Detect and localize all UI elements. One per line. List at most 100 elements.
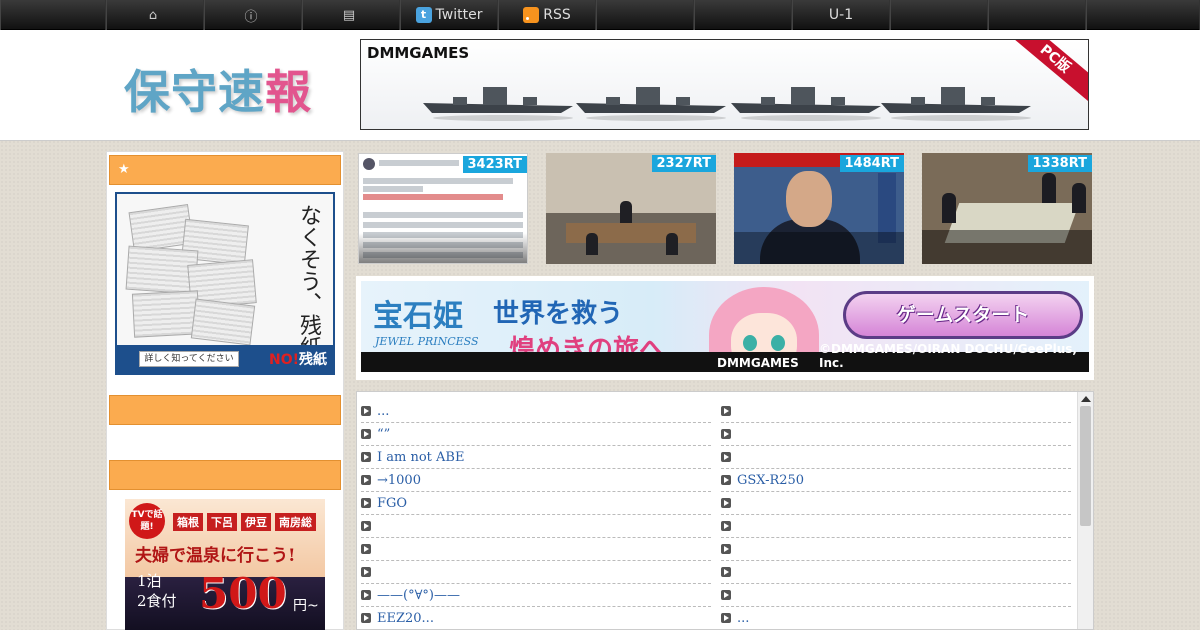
banner-brand: DMMGAMES bbox=[367, 44, 470, 62]
arrow-bullet-icon bbox=[361, 429, 371, 439]
zanshi-details-button[interactable]: 詳しく知ってください bbox=[139, 351, 239, 367]
retweet-count-badge: 2327RT bbox=[651, 155, 716, 172]
arrow-bullet-icon bbox=[721, 498, 731, 508]
jewel-catchphrase-1: 世界を救う bbox=[493, 299, 624, 329]
nav-item-blank5[interactable] bbox=[1086, 0, 1200, 30]
arrow-bullet-icon bbox=[721, 613, 731, 623]
nav-spacer bbox=[0, 0, 106, 30]
sidebar-heading-3 bbox=[109, 460, 341, 490]
arrow-bullet-icon bbox=[721, 452, 731, 462]
zanshi-ad[interactable]: なくそう、残紙 詳しく知ってください NO!残紙 bbox=[115, 192, 335, 375]
arrow-bullet-icon bbox=[721, 475, 731, 485]
arrow-bullet-icon bbox=[361, 613, 371, 623]
onsen-ad[interactable]: TVで話題! 箱根 下呂 伊豆 南房総 夫婦で温泉に行こう! 1泊 2食付 500… bbox=[125, 499, 325, 630]
nav-item-blank4[interactable] bbox=[988, 0, 1086, 30]
jewel-brand: DMMGAMES bbox=[717, 356, 799, 370]
nav-item-blank2[interactable] bbox=[694, 0, 792, 30]
list-item[interactable] bbox=[721, 515, 1071, 538]
link-column-right: GSX-R250 ... bbox=[721, 400, 1071, 629]
onsen-plan: 1泊 2食付 bbox=[137, 572, 177, 610]
retweet-count-badge: 3423RT bbox=[462, 156, 527, 173]
onsen-tag: 箱根 bbox=[173, 513, 203, 531]
nav-rss[interactable]: RSS bbox=[498, 0, 596, 30]
nav-item-blank3[interactable] bbox=[890, 0, 988, 30]
rss-icon bbox=[523, 7, 540, 23]
list-item[interactable]: I am not ABE bbox=[361, 446, 711, 469]
zanshi-no-campaign: NO!残紙 bbox=[268, 352, 327, 368]
site-header: 保守速報 DMMGAMES PC版 bbox=[0, 30, 1200, 141]
arrow-bullet-icon bbox=[721, 429, 731, 439]
list-item[interactable] bbox=[721, 423, 1071, 446]
sidebar-heading-2 bbox=[109, 395, 341, 425]
list-item[interactable] bbox=[721, 584, 1071, 607]
onsen-tag: 南房総 bbox=[275, 513, 316, 531]
arrow-bullet-icon bbox=[361, 590, 371, 600]
list-item[interactable] bbox=[721, 538, 1071, 561]
tv-badge: TVで話題! bbox=[129, 503, 165, 539]
avatar bbox=[363, 158, 375, 170]
onsen-tag: 伊豆 bbox=[241, 513, 271, 531]
list-item[interactable] bbox=[361, 515, 711, 538]
warship-image bbox=[423, 87, 573, 121]
trending-thumbnails: 3423RT 2327RT 1484RT 1338RT bbox=[358, 153, 1094, 265]
nav-item-blank1[interactable] bbox=[596, 0, 694, 30]
onsen-title: 夫婦で温泉に行こう! bbox=[135, 546, 296, 566]
list-item[interactable] bbox=[721, 446, 1071, 469]
scroll-up-arrow-icon[interactable] bbox=[1081, 396, 1091, 402]
nav-home[interactable]: ⌂ bbox=[106, 0, 204, 30]
list-item[interactable]: ——(°∀°)—— bbox=[361, 584, 711, 607]
warship-image bbox=[881, 87, 1031, 121]
arrow-bullet-icon bbox=[361, 567, 371, 577]
thumbnail-committee[interactable]: 2327RT bbox=[546, 153, 716, 264]
list-item[interactable] bbox=[721, 400, 1071, 423]
list-item[interactable] bbox=[361, 561, 711, 584]
list-item[interactable]: FGO bbox=[361, 492, 711, 515]
scrollbar[interactable] bbox=[1077, 392, 1093, 629]
game-start-button[interactable]: ゲームスタート bbox=[843, 291, 1083, 339]
nav-list[interactable]: ▤ bbox=[302, 0, 400, 30]
site-logo[interactable]: 保守速報 bbox=[124, 56, 312, 122]
top-nav: ⌂ ⓘ ▤ t Twitter RSS U-1 bbox=[0, 0, 1200, 30]
arrow-bullet-icon bbox=[721, 590, 731, 600]
dmm-warship-banner[interactable]: DMMGAMES PC版 bbox=[360, 39, 1089, 130]
nav-u1[interactable]: U-1 bbox=[792, 0, 890, 30]
warship-image bbox=[576, 87, 726, 121]
arrow-bullet-icon bbox=[361, 475, 371, 485]
onsen-tag: 下呂 bbox=[207, 513, 237, 531]
list-item[interactable]: →1000 bbox=[361, 469, 711, 492]
antenna-link-list: ... “” I am not ABE →1000 FGO ——(°∀°)—— … bbox=[356, 391, 1094, 630]
jewel-logo: 宝石姫 bbox=[373, 299, 463, 334]
jewel-princess-banner[interactable]: 宝石姫 JEWEL PRINCESS 世界を救う 煌めきの旅へ ゲームスタート … bbox=[356, 276, 1094, 380]
list-item[interactable]: GSX-R250 bbox=[721, 469, 1071, 492]
arrow-bullet-icon bbox=[361, 498, 371, 508]
list-item[interactable]: “” bbox=[361, 423, 711, 446]
list-item[interactable]: EEZ20... bbox=[361, 607, 711, 629]
nav-twitter[interactable]: t Twitter bbox=[400, 0, 498, 30]
zanshi-slogan: なくそう、残紙 bbox=[296, 204, 321, 358]
list-item[interactable] bbox=[721, 561, 1071, 584]
info-icon: ⓘ bbox=[244, 9, 258, 25]
sidebar-heading-star: ★ bbox=[109, 155, 341, 185]
thumbnail-meeting[interactable]: 1338RT bbox=[922, 153, 1092, 264]
onsen-price: 500 bbox=[199, 569, 287, 618]
nav-twitter-label: Twitter bbox=[435, 7, 483, 23]
arrow-bullet-icon bbox=[361, 406, 371, 416]
arrow-bullet-icon bbox=[721, 406, 731, 416]
arrow-bullet-icon bbox=[721, 567, 731, 577]
thumbnail-news[interactable]: 1484RT bbox=[734, 153, 904, 264]
nav-u1-label: U-1 bbox=[828, 7, 854, 23]
nav-rss-label: RSS bbox=[543, 7, 571, 23]
list-item[interactable]: ... bbox=[361, 400, 711, 423]
onsen-price-suffix: 円~ bbox=[293, 598, 319, 614]
list-item[interactable] bbox=[721, 492, 1071, 515]
twitter-icon: t bbox=[415, 7, 432, 23]
scroll-thumb[interactable] bbox=[1080, 406, 1091, 526]
retweet-count-badge: 1338RT bbox=[1027, 155, 1092, 172]
list-item[interactable] bbox=[361, 538, 711, 561]
thumbnail-tweet[interactable]: 3423RT bbox=[358, 153, 528, 264]
jewel-copyright: ©DMMGAMES/OIRAN DOCHU/GeePlus, Inc. bbox=[819, 342, 1077, 370]
warship-image bbox=[731, 87, 881, 121]
nav-info[interactable]: ⓘ bbox=[204, 0, 302, 30]
list-item[interactable]: ... bbox=[721, 607, 1071, 629]
link-column-left: ... “” I am not ABE →1000 FGO ——(°∀°)—— … bbox=[361, 400, 711, 629]
